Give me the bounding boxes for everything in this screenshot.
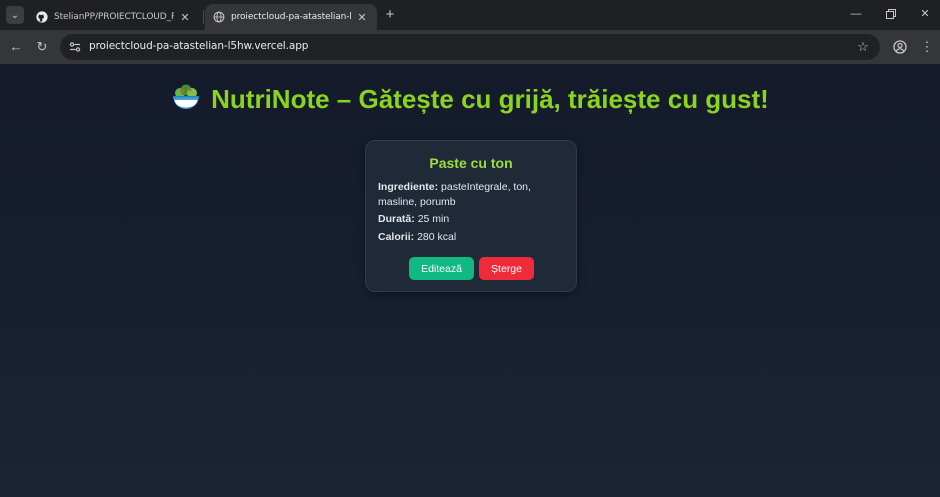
recipe-name: Paste cu ton — [429, 155, 513, 171]
tab-divider — [203, 10, 204, 24]
globe-icon — [213, 11, 225, 23]
close-icon[interactable]: ✕ — [178, 10, 192, 24]
duration-value: 25 min — [417, 213, 450, 225]
page-header: NutriNote – Gătește cu grijă, trăiește c… — [0, 82, 940, 115]
tune-icon — [69, 42, 81, 52]
tab-vercel-app[interactable]: proiectcloud-pa-atastelian-l5hw ✕ — [205, 4, 377, 30]
delete-button[interactable]: Șterge — [479, 257, 534, 280]
back-button[interactable]: ← — [7, 38, 25, 56]
recipe-card: Paste cu ton Ingrediente: pasteIntegrale… — [365, 140, 577, 292]
reload-icon: ↻ — [36, 39, 48, 54]
new-tab-button[interactable]: + — [382, 7, 398, 23]
tab-title: StelianPP/PROIECTCLOUD_PA-A — [54, 12, 174, 22]
tab-github[interactable]: StelianPP/PROIECTCLOUD_PA-A ✕ — [28, 4, 200, 30]
calories-label: Calorii: — [378, 231, 415, 243]
edit-button[interactable]: Editează — [409, 257, 474, 280]
profile-button[interactable] — [891, 38, 909, 56]
address-bar[interactable]: proiectcloud-pa-atastelian-l5hw.vercel.a… — [60, 34, 880, 60]
calories-value: 280 kcal — [417, 231, 457, 243]
github-icon — [36, 11, 48, 23]
menu-button[interactable]: ⋮ — [918, 38, 936, 56]
minimize-button[interactable]: — — [848, 6, 864, 22]
page-content: NutriNote – Gătește cu grijă, trăiește c… — [0, 64, 940, 497]
tab-title: proiectcloud-pa-atastelian-l5hw — [231, 12, 351, 22]
recipe-duration: Durată: 25 min — [378, 212, 568, 227]
recipe-calories: Calorii: 280 kcal — [378, 230, 568, 245]
salad-bowl-icon — [173, 84, 200, 109]
profile-icon — [893, 40, 907, 54]
arrow-left-icon: ← — [9, 39, 23, 54]
tab-strip: ⌄ StelianPP/PROIECTCLOUD_PA-A ✕ proiectc… — [0, 0, 940, 30]
chevron-down-icon: ⌄ — [10, 9, 20, 21]
browser-toolbar: ← ↻ proiectcloud-pa-atastelian-l5hw.verc… — [0, 30, 940, 64]
page-title: NutriNote – Gătește cu grijă, trăiește c… — [211, 84, 769, 114]
plus-icon: + — [385, 6, 395, 23]
restore-button[interactable] — [883, 6, 899, 22]
minimize-icon: — — [850, 8, 862, 20]
more-vertical-icon: ⋮ — [920, 39, 934, 54]
site-info-button[interactable] — [67, 39, 83, 55]
close-icon[interactable]: ✕ — [355, 10, 369, 24]
recipe-ingredients: Ingrediente: pasteIntegrale, ton, maslin… — [378, 180, 568, 210]
close-icon: ✕ — [920, 8, 930, 20]
ingredients-label: Ingrediente: — [378, 181, 439, 193]
bookmark-button[interactable]: ☆ — [855, 39, 871, 55]
url-text: proiectcloud-pa-atastelian-l5hw.vercel.a… — [89, 40, 309, 52]
reload-button[interactable]: ↻ — [33, 38, 51, 56]
close-window-button[interactable]: ✕ — [917, 6, 933, 22]
duration-label: Durată: — [378, 213, 415, 225]
restore-icon — [886, 9, 896, 19]
star-icon: ☆ — [857, 39, 869, 54]
tab-search-button[interactable]: ⌄ — [6, 6, 24, 24]
